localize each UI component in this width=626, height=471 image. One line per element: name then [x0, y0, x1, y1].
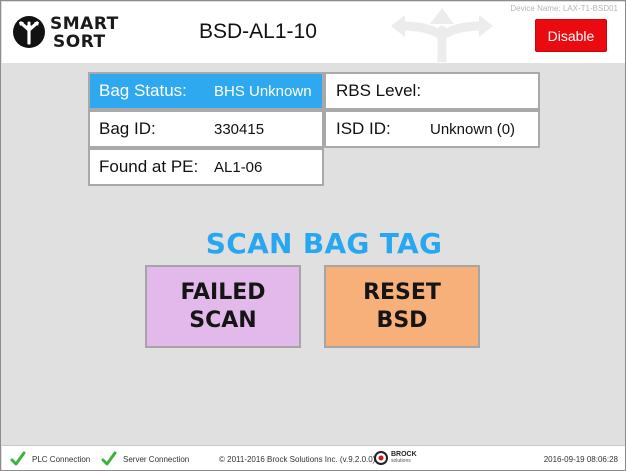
bag-id-label: Bag ID:: [99, 119, 156, 138]
disable-button[interactable]: Disable: [535, 19, 607, 52]
reset-bsd-button[interactable]: RESET BSD: [324, 265, 480, 348]
timestamp: 2016-09-19 08:06:28: [543, 454, 618, 464]
server-connection-status: Server Connection: [101, 446, 190, 470]
sorting-arrows-icon: [391, 8, 493, 62]
header-bar: SMART SORT BSD-AL1-10 Device Name: LAX-T…: [2, 2, 625, 63]
status-bar: PLC Connection Server Connection © 2011-…: [2, 445, 625, 470]
brock-tagline: solutions: [391, 458, 411, 464]
failed-scan-line-2: SCAN: [189, 307, 257, 333]
failed-scan-button[interactable]: FAILED SCAN: [145, 265, 301, 348]
logo-wordmark: SMART SORT: [50, 15, 119, 51]
found-at-pe-cell: Found at PE: AL1-06: [88, 148, 324, 186]
server-connection-label: Server Connection: [123, 454, 190, 464]
reset-bsd-line-1: RESET: [363, 279, 441, 305]
plc-connection-label: PLC Connection: [32, 454, 91, 464]
plc-connection-status: PLC Connection: [10, 446, 91, 470]
device-name-label: Device Name: LAX-T1-BSD01: [510, 4, 618, 13]
failed-scan-line-1: FAILED: [180, 279, 266, 305]
reset-bsd-line-2: BSD: [376, 307, 428, 333]
found-at-pe-value: AL1-06: [214, 158, 263, 176]
found-at-pe-label: Found at PE:: [99, 157, 199, 176]
brock-logo-icon: [374, 451, 388, 465]
brock-wordmark: BROCK: [391, 451, 417, 458]
bag-status-label: Bag Status:: [99, 81, 187, 100]
isd-id-label: ISD ID:: [336, 119, 391, 138]
bag-status-value: BHS Unknown: [214, 82, 312, 100]
scan-bag-tag-prompt: SCAN BAG TAG: [205, 227, 443, 260]
smart-sort-logo-icon: [13, 16, 45, 48]
bag-id-cell: Bag ID: 330415: [88, 110, 324, 148]
rbs-level-label: RBS Level:: [336, 81, 422, 100]
copyright-text: © 2011-2016 Brock Solutions Inc. (v.9.2.…: [219, 454, 376, 464]
rbs-level-cell: RBS Level:: [324, 72, 540, 110]
smart-sort-logo: SMART SORT: [10, 10, 120, 56]
isd-id-value: Unknown (0): [430, 120, 516, 138]
app-window: SMART SORT BSD-AL1-10 Device Name: LAX-T…: [0, 0, 626, 471]
brock-logo: BROCK solutions: [374, 451, 417, 465]
page-title: BSD-AL1-10: [199, 20, 317, 43]
bag-status-cell: Bag Status: BHS Unknown: [88, 72, 324, 110]
logo-line-sort: SORT: [53, 32, 106, 52]
isd-id-cell: ISD ID: Unknown (0): [324, 110, 540, 148]
bag-id-value: 330415: [214, 120, 265, 138]
checkmark-icon: [101, 451, 117, 466]
logo-line-smart: SMART: [50, 14, 119, 34]
checkmark-icon: [10, 451, 26, 466]
